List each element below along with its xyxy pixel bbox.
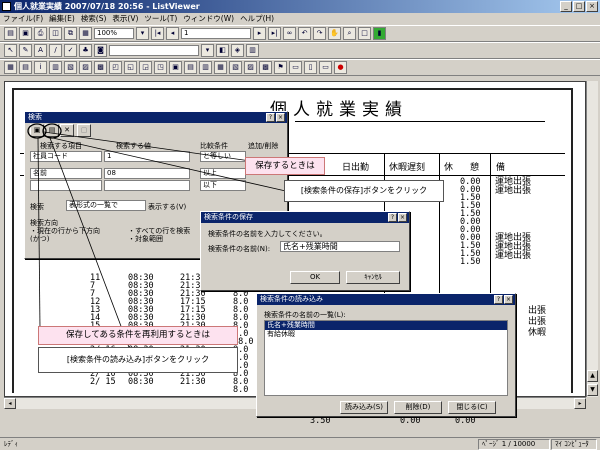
load-callout-line-2	[49, 137, 131, 351]
status-page: ﾍﾟｰｼﾞ 1 / 10000	[478, 439, 550, 450]
status-bar: ﾚﾃﾞｨ ﾍﾟｰｼﾞ 1 / 10000 ﾏｲ ｺﾝﾋﾟｭｰﾀ	[0, 437, 600, 450]
load-callout-line-1	[37, 137, 41, 329]
status-ready: ﾚﾃﾞｨ	[4, 440, 18, 448]
callout-save-click: [検索条件の保存]ボタンをクリック	[284, 180, 444, 202]
save-callout-line-1	[43, 131, 266, 164]
callout-lines	[27, 123, 291, 351]
callout-save-when: 保存するときは	[245, 157, 325, 175]
status-computer: ﾏｲ ｺﾝﾋﾟｭｰﾀ	[551, 439, 597, 450]
callout-load-click: [検索条件の読み込み]ボタンをクリック	[38, 347, 238, 373]
callout-reuse-when: 保存してある条件を再利用するときは	[38, 326, 238, 345]
